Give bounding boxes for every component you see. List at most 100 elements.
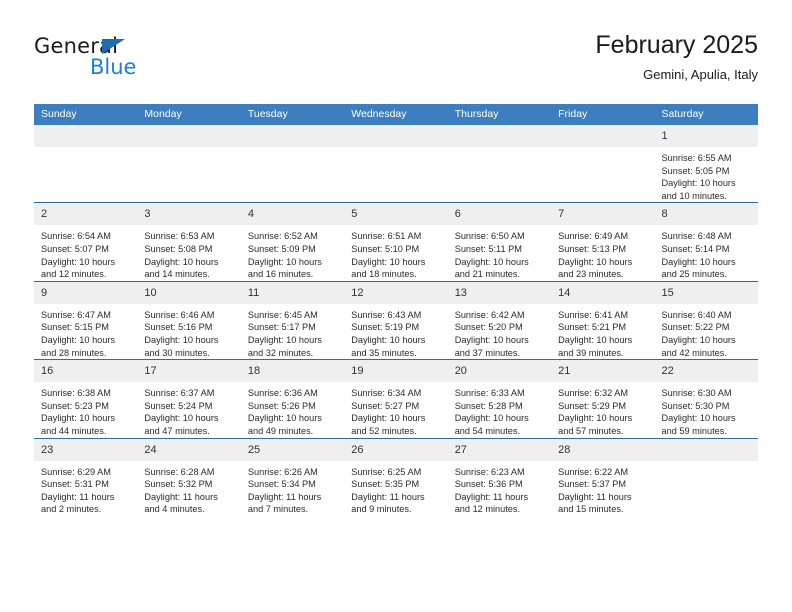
- day-number: 14: [551, 281, 655, 304]
- day-details: Sunrise: 6:38 AM Sunset: 5:23 PM Daylight:…: [34, 382, 137, 437]
- calendar-week-row: 16 Sunrise: 6:38 AM Sunset: 5:23 PM Dayligh…: [34, 359, 758, 438]
- calendar-day-cell[interactable]: 11 Sunrise: 6:45 AM Sunset: 5:17 PM Dayligh…: [240, 280, 345, 360]
- sunrise-text: Sunrise: 6:52 AM: [247, 231, 318, 242]
- day-number: [551, 125, 655, 147]
- sunset-text: Sunset: 5:34 PM: [247, 479, 316, 490]
- calendar-day-cell[interactable]: 8 Sunrise: 6:48 AM Sunset: 5:14 PM Daylight…: [654, 202, 758, 282]
- daylight-text: Daylight: 10 hours and 32 minutes.: [247, 334, 322, 358]
- sunset-text: Sunset: 5:31 PM: [41, 479, 109, 490]
- calendar-day-cell[interactable]: 22 Sunrise: 6:30 AM Sunset: 5:30 PM Dayligh…: [654, 359, 758, 438]
- sunrise-text: Sunrise: 6:33 AM: [454, 388, 525, 399]
- day-number: 5: [344, 203, 448, 226]
- calendar-day-cell-empty: [240, 125, 345, 203]
- day-number: [137, 125, 241, 147]
- calendar-day-cell-empty: [344, 125, 448, 203]
- calendar-day-cell[interactable]: 2 Sunrise: 6:54 AM Sunset: 5:07 PM Daylight…: [34, 202, 138, 282]
- calendar-day-cell[interactable]: 13 Sunrise: 6:42 AM Sunset: 5:20 PM Dayligh…: [447, 280, 552, 360]
- day-number: 16: [34, 360, 138, 383]
- sunset-text: Sunset: 5:36 PM: [454, 479, 523, 490]
- calendar-day-cell[interactable]: 9 Sunrise: 6:47 AM Sunset: 5:15 PM Daylight…: [34, 280, 138, 360]
- day-details: Sunrise: 6:47 AM Sunset: 5:15 PM Daylight:…: [34, 304, 137, 359]
- day-number: 1: [654, 125, 758, 147]
- page-header: General Blue February 2025 Gemini, Apuli…: [34, 30, 758, 96]
- brand-logo[interactable]: General Blue: [34, 34, 254, 90]
- sunset-text: Sunset: 5:23 PM: [41, 400, 109, 411]
- day-details: Sunrise: 6:40 AM Sunset: 5:22 PM Daylight:…: [655, 304, 758, 359]
- daylight-text: Daylight: 10 hours and 16 minutes.: [247, 256, 322, 280]
- calendar-day-cell[interactable]: 16 Sunrise: 6:38 AM Sunset: 5:23 PM Dayligh…: [34, 359, 138, 438]
- day-number: [447, 125, 552, 147]
- sunset-text: Sunset: 5:05 PM: [661, 165, 730, 176]
- calendar-day-cell[interactable]: 26 Sunrise: 6:25 AM Sunset: 5:35 PM Dayligh…: [344, 437, 448, 516]
- calendar-day-cell-empty: [551, 125, 655, 203]
- sunset-text: Sunset: 5:19 PM: [351, 322, 420, 333]
- daylight-text: Daylight: 10 hours and 49 minutes.: [247, 413, 322, 436]
- day-number: 13: [447, 281, 552, 304]
- calendar-day-cell[interactable]: 20 Sunrise: 6:33 AM Sunset: 5:28 PM Dayligh…: [447, 359, 552, 438]
- calendar-day-cell[interactable]: 7 Sunrise: 6:49 AM Sunset: 5:13 PM Daylight…: [551, 202, 655, 282]
- calendar-day-cell[interactable]: 21 Sunrise: 6:32 AM Sunset: 5:29 PM Dayligh…: [551, 359, 655, 438]
- day-details: Sunrise: 6:28 AM Sunset: 5:32 PM Daylight:…: [137, 461, 240, 516]
- sunrise-text: Sunrise: 6:34 AM: [351, 388, 422, 399]
- calendar-day-cell[interactable]: 27 Sunrise: 6:23 AM Sunset: 5:36 PM Dayligh…: [447, 437, 552, 516]
- sunrise-text: Sunrise: 6:41 AM: [558, 309, 629, 320]
- day-details: Sunrise: 6:42 AM Sunset: 5:20 PM Daylight:…: [448, 304, 551, 359]
- daylight-text: Daylight: 10 hours and 57 minutes.: [558, 413, 633, 436]
- weekday-header-wednesday: Wednesday: [344, 104, 448, 125]
- calendar-day-cell[interactable]: 25 Sunrise: 6:26 AM Sunset: 5:34 PM Dayligh…: [240, 437, 345, 516]
- calendar-day-cell[interactable]: 19 Sunrise: 6:34 AM Sunset: 5:27 PM Dayligh…: [344, 359, 448, 438]
- day-number: 8: [654, 203, 758, 226]
- calendar-day-cell[interactable]: 14 Sunrise: 6:41 AM Sunset: 5:21 PM Dayligh…: [551, 280, 655, 360]
- sunrise-text: Sunrise: 6:43 AM: [351, 309, 422, 320]
- calendar-day-cell[interactable]: 17 Sunrise: 6:37 AM Sunset: 5:24 PM Dayligh…: [137, 359, 241, 438]
- sunset-text: Sunset: 5:29 PM: [558, 400, 627, 411]
- day-number: 25: [240, 438, 345, 461]
- daylight-text: Daylight: 10 hours and 30 minutes.: [144, 334, 219, 358]
- calendar-day-cell[interactable]: 5 Sunrise: 6:51 AM Sunset: 5:10 PM Daylight…: [344, 202, 448, 282]
- day-details: Sunrise: 6:25 AM Sunset: 5:35 PM Daylight:…: [344, 461, 447, 516]
- sunset-text: Sunset: 5:07 PM: [41, 243, 109, 254]
- daylight-text: Daylight: 11 hours and 15 minutes.: [558, 491, 632, 515]
- day-number: 26: [344, 438, 448, 461]
- day-number: 21: [551, 360, 655, 383]
- sunset-text: Sunset: 5:22 PM: [661, 322, 730, 333]
- daylight-text: Daylight: 10 hours and 52 minutes.: [351, 413, 426, 436]
- sunrise-text: Sunrise: 6:25 AM: [351, 466, 422, 477]
- sunrise-text: Sunrise: 6:48 AM: [661, 231, 732, 242]
- calendar-day-cell[interactable]: 15 Sunrise: 6:40 AM Sunset: 5:22 PM Dayligh…: [654, 280, 758, 360]
- sunset-text: Sunset: 5:10 PM: [351, 243, 420, 254]
- daylight-text: Daylight: 10 hours and 54 minutes.: [454, 413, 529, 436]
- sunrise-text: Sunrise: 6:38 AM: [41, 388, 111, 399]
- calendar-day-cell[interactable]: 1 Sunrise: 6:55 AM Sunset: 5:05 PM Daylight…: [654, 125, 758, 203]
- sunset-text: Sunset: 5:27 PM: [351, 400, 420, 411]
- weekday-header-saturday: Saturday: [654, 104, 758, 125]
- calendar-day-cell[interactable]: 10 Sunrise: 6:46 AM Sunset: 5:16 PM Dayligh…: [137, 280, 241, 360]
- day-details: Sunrise: 6:37 AM Sunset: 5:24 PM Daylight:…: [137, 382, 240, 437]
- calendar-day-cell[interactable]: 6 Sunrise: 6:50 AM Sunset: 5:11 PM Daylight…: [447, 202, 552, 282]
- calendar-page: General Blue February 2025 Gemini, Apuli…: [0, 0, 792, 612]
- sunrise-text: Sunrise: 6:28 AM: [144, 466, 215, 477]
- daylight-text: Daylight: 10 hours and 12 minutes.: [41, 256, 116, 280]
- calendar-day-cell[interactable]: 4 Sunrise: 6:52 AM Sunset: 5:09 PM Daylight…: [240, 202, 345, 282]
- sunset-text: Sunset: 5:15 PM: [41, 322, 109, 333]
- calendar-week-row: 9 Sunrise: 6:47 AM Sunset: 5:15 PM Daylight…: [34, 280, 758, 360]
- calendar-week-row: 2 Sunrise: 6:54 AM Sunset: 5:07 PM Daylight…: [34, 202, 758, 282]
- sunrise-text: Sunrise: 6:53 AM: [144, 231, 215, 242]
- day-details: Sunrise: 6:32 AM Sunset: 5:29 PM Daylight:…: [551, 382, 654, 437]
- calendar-day-cell[interactable]: 18 Sunrise: 6:36 AM Sunset: 5:26 PM Dayligh…: [240, 359, 345, 438]
- day-number: 10: [137, 281, 241, 304]
- sunrise-text: Sunrise: 6:55 AM: [661, 153, 732, 163]
- calendar-day-cell[interactable]: 24 Sunrise: 6:28 AM Sunset: 5:32 PM Dayligh…: [137, 437, 241, 516]
- sunset-text: Sunset: 5:14 PM: [661, 243, 730, 254]
- day-details: Sunrise: 6:46 AM Sunset: 5:16 PM Daylight:…: [137, 304, 240, 359]
- daylight-text: Daylight: 10 hours and 18 minutes.: [351, 256, 426, 280]
- calendar-day-cell[interactable]: 28 Sunrise: 6:22 AM Sunset: 5:37 PM Dayligh…: [551, 437, 655, 516]
- sunrise-text: Sunrise: 6:50 AM: [454, 231, 525, 242]
- daylight-text: Daylight: 11 hours and 9 minutes.: [351, 491, 425, 515]
- calendar-day-cell[interactable]: 3 Sunrise: 6:53 AM Sunset: 5:08 PM Daylight…: [137, 202, 241, 282]
- calendar-day-cell[interactable]: 12 Sunrise: 6:43 AM Sunset: 5:19 PM Dayligh…: [344, 280, 448, 360]
- calendar-day-cell[interactable]: 23 Sunrise: 6:29 AM Sunset: 5:31 PM Dayligh…: [34, 437, 138, 516]
- weekday-header-thursday: Thursday: [447, 104, 552, 125]
- weekday-header-friday: Friday: [551, 104, 655, 125]
- day-number: 27: [447, 438, 552, 461]
